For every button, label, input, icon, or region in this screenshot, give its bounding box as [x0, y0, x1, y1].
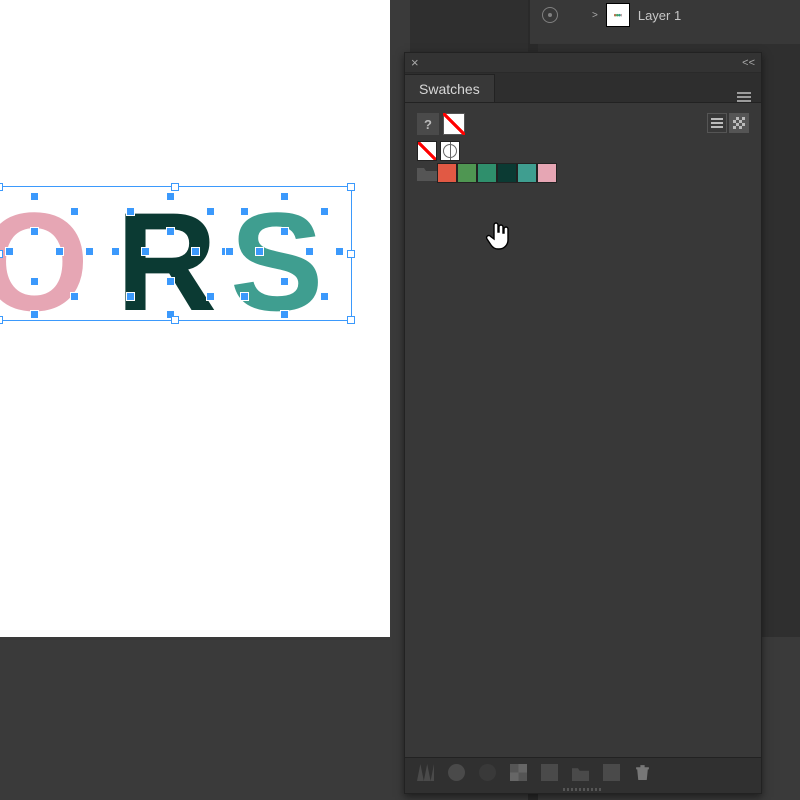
- swatch-dark-teal[interactable]: [497, 163, 517, 183]
- swatch-row: [417, 163, 749, 183]
- cloud-icon[interactable]: [479, 764, 496, 781]
- resize-grip[interactable]: [405, 787, 761, 793]
- chevron-right-icon[interactable]: >: [592, 10, 598, 21]
- list-view-button[interactable]: [707, 113, 727, 133]
- selection-handle[interactable]: [347, 250, 355, 258]
- swatch-libraries-icon[interactable]: [417, 764, 434, 781]
- selection-handle[interactable]: [171, 316, 179, 324]
- selection-handle[interactable]: [0, 183, 3, 191]
- swatch-green[interactable]: [457, 163, 477, 183]
- swatch-teal[interactable]: [517, 163, 537, 183]
- layer-thumbnail[interactable]: ••••: [606, 3, 630, 27]
- swatch-registration[interactable]: [440, 141, 460, 161]
- selection-handle[interactable]: [171, 183, 179, 191]
- artboard[interactable]: ORS: [0, 0, 390, 637]
- swatch-pink[interactable]: [537, 163, 557, 183]
- layer-row[interactable]: > •••• Layer 1: [534, 0, 800, 30]
- folder-icon[interactable]: [417, 163, 437, 183]
- no-fill-swatch[interactable]: [443, 113, 465, 135]
- selection-handle[interactable]: [0, 316, 3, 324]
- swatch-none[interactable]: [417, 141, 437, 161]
- duplicate-icon[interactable]: [603, 764, 620, 781]
- swatch-kind-icon[interactable]: [448, 764, 465, 781]
- panel-footer: [405, 757, 761, 787]
- panel-tabs: Swatches: [405, 73, 761, 103]
- selection-handle[interactable]: [347, 316, 355, 324]
- selection-handle[interactable]: [347, 183, 355, 191]
- color-group-icon[interactable]: [510, 764, 527, 781]
- swatches-panel[interactable]: × << Swatches ?: [404, 52, 762, 794]
- new-folder-icon[interactable]: [572, 764, 589, 781]
- unknown-swatch[interactable]: ?: [417, 113, 439, 135]
- layers-panel[interactable]: > •••• Layer 1: [530, 0, 800, 44]
- swatches-body: ?: [405, 103, 761, 757]
- view-toggle: [707, 113, 749, 133]
- tab-label: Swatches: [419, 81, 480, 97]
- selection-handle[interactable]: [0, 250, 3, 258]
- grid-view-button[interactable]: [729, 113, 749, 133]
- swatch-orange-red[interactable]: [437, 163, 457, 183]
- layer-name[interactable]: Layer 1: [638, 8, 681, 23]
- panel-titlebar[interactable]: × <<: [405, 53, 761, 73]
- eye-icon[interactable]: [542, 7, 558, 23]
- selection-bounding-box[interactable]: [0, 186, 352, 321]
- trash-icon[interactable]: [634, 764, 651, 781]
- swatch-tool-row: ?: [417, 113, 749, 135]
- new-swatch-icon[interactable]: [541, 764, 558, 781]
- close-icon[interactable]: ×: [411, 55, 419, 70]
- swatch-sea-green[interactable]: [477, 163, 497, 183]
- collapse-icon[interactable]: <<: [742, 57, 755, 69]
- panel-menu-button[interactable]: [727, 92, 761, 102]
- swatch-special-row: [417, 141, 749, 161]
- tab-swatches[interactable]: Swatches: [405, 74, 495, 102]
